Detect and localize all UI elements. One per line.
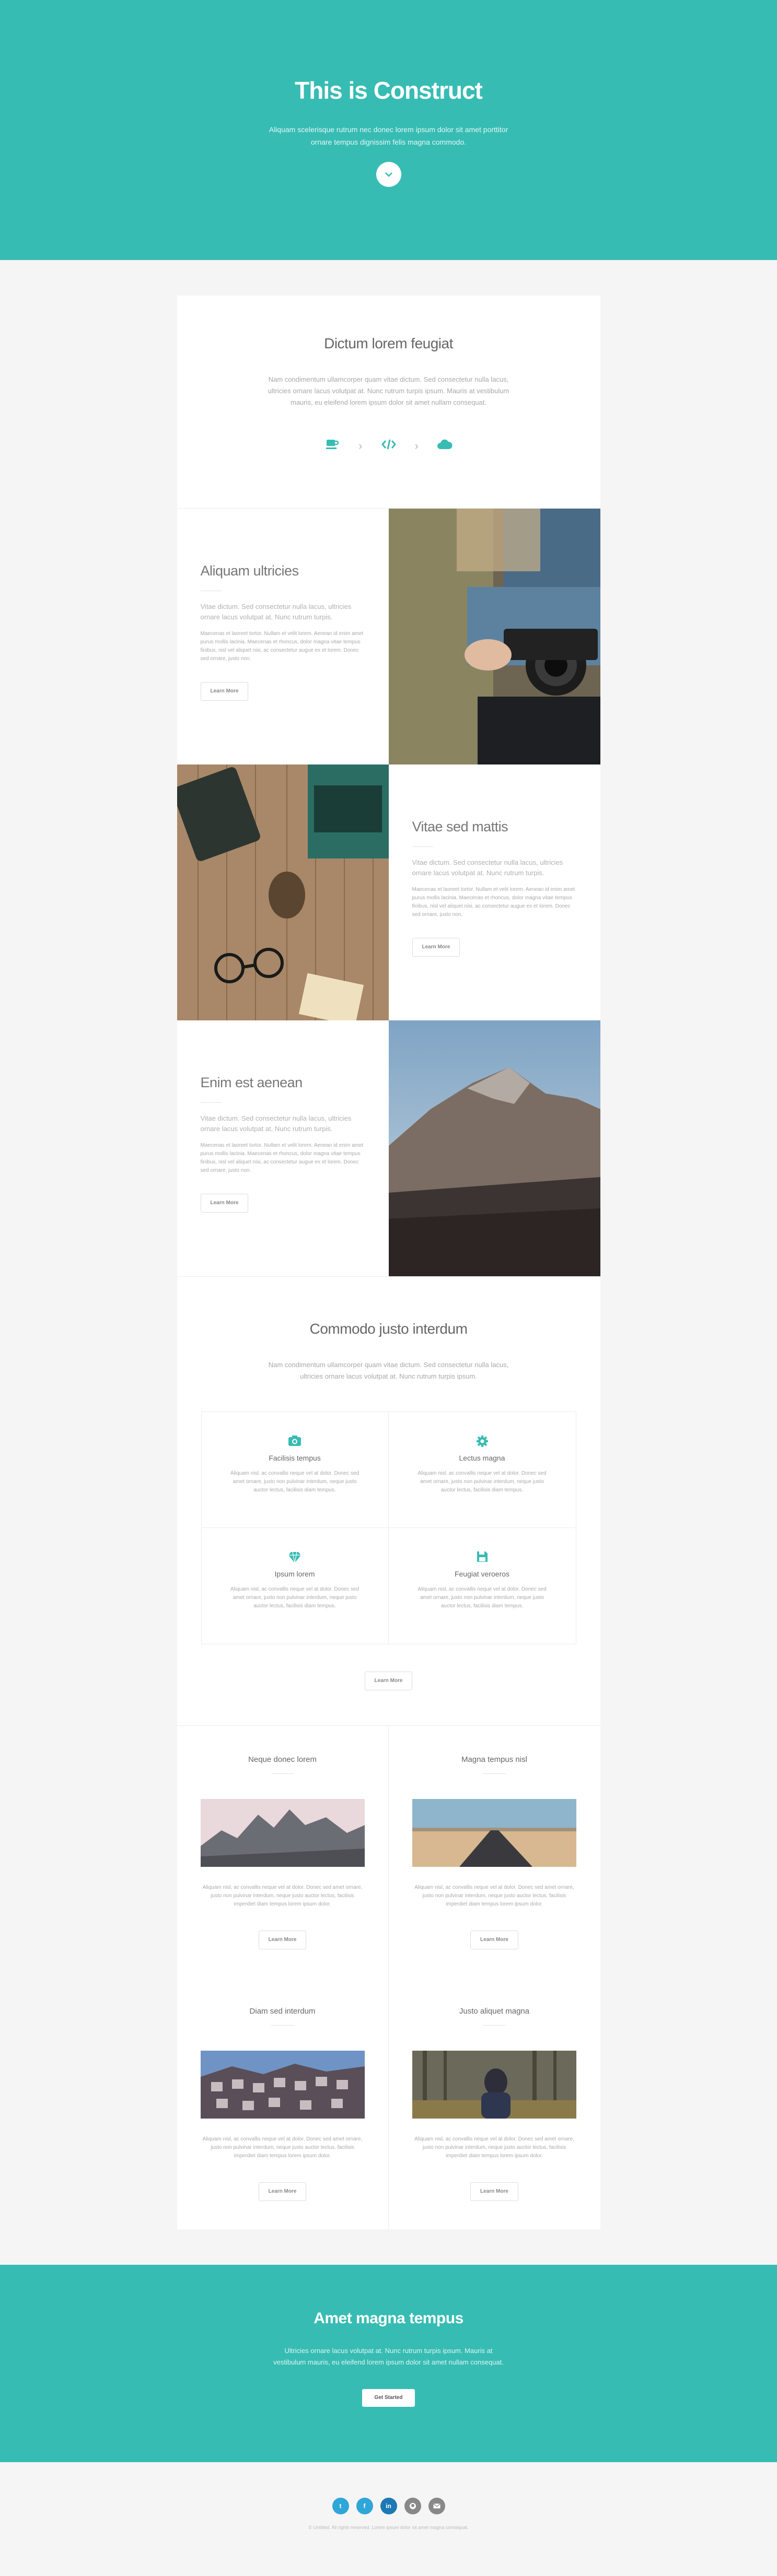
feature-text: Aliquam nisl, ac convallis neque vel at … [418, 1586, 547, 1609]
hero-title: This is Construct [295, 77, 483, 104]
hero-text: Aliquam scelerisque rutrum nec donec lor… [269, 125, 508, 146]
learn-more-button[interactable]: Learn More [412, 938, 460, 957]
divider [483, 1773, 506, 1774]
post-card: Justo aliquet magna Aliquam nisl, ac con… [389, 1978, 600, 2229]
spotlight-body: Maecenas et laoreet tortor. Nullam et ve… [200, 1143, 364, 1173]
post-text: Aliquam nisl, ac convallis neque vel at … [202, 2136, 363, 2159]
spotlight-subtitle: Vitae dictum. Sed consectetur nulla lacu… [412, 858, 563, 877]
post-text: Aliquam nisl, ac convallis neque vel at … [414, 2136, 574, 2159]
feature-item: Ipsum lorem Aliquam nisl, ac convallis n… [202, 1528, 389, 1644]
feature-grid: Facilisis tempus Aliquam nisl, ac conval… [201, 1411, 576, 1644]
social-links: t f in [0, 2498, 777, 2514]
cloud-icon [434, 438, 455, 454]
intro-title: Dictum lorem feugiat [324, 335, 453, 351]
building-photo[interactable] [200, 2051, 365, 2119]
footer: t f in © Untitled. All rights reserved. … [0, 2462, 777, 2576]
scroll-down-button[interactable] [376, 162, 401, 187]
get-started-button[interactable]: Get Started [362, 2389, 415, 2407]
save-icon [389, 1551, 576, 1566]
cta-section: Amet magna tempus Ultricies ornare lacus… [0, 2265, 777, 2462]
spotlight-subtitle: Vitae dictum. Sed consectetur nulla lacu… [200, 1114, 352, 1133]
chevron-down-icon [385, 172, 392, 177]
cta-title: Amet magna tempus [314, 2310, 463, 2327]
spotlight-text: Vitae sed mattis Vitae dictum. Sed conse… [389, 764, 600, 1020]
post-card: Magna tempus nisl Aliquam nisl, ac conva… [389, 1726, 600, 1978]
main-content: Dictum lorem feugiat Nam condimentum ull… [177, 296, 600, 2229]
spotlight-title: Vitae sed mattis [412, 819, 508, 834]
camera-photo [388, 509, 600, 764]
learn-more-button[interactable]: Learn More [364, 1672, 413, 1690]
copyright: © Untitled. All rights reserved. Lorem i… [308, 2525, 469, 2530]
mountains-photo[interactable] [200, 1799, 365, 1867]
learn-more-button[interactable]: Learn More [200, 682, 249, 701]
features-section: Commodo justo interdum Nam condimentum u… [177, 1276, 600, 1725]
spotlight-body: Maecenas et laoreet tortor. Nullam et ve… [200, 631, 364, 662]
feature-title: Lectus magna [459, 1454, 505, 1462]
chevron-right-icon: › [358, 439, 363, 452]
feature-title: Facilisis tempus [269, 1454, 321, 1462]
spotlight-3: Enim est aenean Vitae dictum. Sed consec… [177, 1020, 600, 1276]
feature-text: Aliquam nisl, ac convallis neque vel at … [230, 1586, 359, 1609]
spotlight-body: Maecenas et laoreet tortor. Nullam et ve… [412, 887, 575, 918]
forest-photo[interactable] [412, 2051, 576, 2119]
feature-item: Feugiat veroeros Aliquam nisl, ac conval… [389, 1528, 576, 1644]
spotlight-text: Aliquam ultricies Vitae dictum. Sed cons… [177, 509, 389, 764]
features-text: Nam condimentum ullamcorper quam vitae d… [268, 1361, 509, 1380]
road-photo[interactable] [412, 1799, 576, 1867]
feature-text: Aliquam nisl, ac convallis neque vel at … [230, 1471, 359, 1493]
divider [200, 1102, 222, 1103]
cog-icon [389, 1435, 576, 1450]
intro-text: Nam condimentum ullamcorper quam vitae d… [268, 375, 509, 406]
diamond-icon [202, 1551, 388, 1566]
feature-title: Ipsum lorem [274, 1570, 315, 1578]
features-title: Commodo justo interdum [309, 1321, 468, 1337]
github-icon[interactable] [404, 2498, 421, 2514]
linkedin-icon[interactable]: in [380, 2498, 397, 2514]
process-steps: › › [177, 438, 600, 454]
post-title: Justo aliquet magna [459, 2007, 530, 2016]
divider [271, 1773, 294, 1774]
twitter-icon[interactable]: t [332, 2498, 349, 2514]
feature-text: Aliquam nisl, ac convallis neque vel at … [418, 1471, 547, 1493]
post-title: Neque donec lorem [248, 1755, 317, 1764]
divider [271, 2025, 294, 2026]
facebook-icon[interactable]: f [356, 2498, 373, 2514]
divider [412, 846, 433, 847]
coffee-icon [322, 438, 343, 454]
divider [483, 2025, 506, 2026]
spotlight-subtitle: Vitae dictum. Sed consectetur nulla lacu… [200, 603, 352, 621]
hero-banner: This is Construct Aliquam scelerisque ru… [0, 0, 777, 260]
posts-section: Neque donec lorem Aliquam nisl, ac conva… [177, 1725, 600, 2229]
post-text: Aliquam nisl, ac convallis neque vel at … [414, 1885, 574, 1907]
post-title: Diam sed interdum [249, 2007, 316, 2016]
camera-icon [202, 1435, 388, 1450]
spotlight-title: Enim est aenean [200, 1075, 303, 1090]
typewriter-photo [177, 764, 389, 1020]
email-icon[interactable] [428, 2498, 445, 2514]
learn-more-button[interactable]: Learn More [470, 2182, 518, 2201]
cta-text: Ultricies ornare lacus volutpat at. Nunc… [273, 2347, 504, 2366]
feature-title: Feugiat veroeros [454, 1570, 510, 1578]
post-title: Magna tempus nisl [461, 1755, 527, 1764]
post-card: Diam sed interdum Aliquam nisl, ac conva… [177, 1978, 389, 2229]
feature-item: Facilisis tempus Aliquam nisl, ac conval… [201, 1412, 389, 1528]
spotlight-2: Vitae sed mattis Vitae dictum. Sed conse… [177, 764, 600, 1020]
spotlight-text: Enim est aenean Vitae dictum. Sed consec… [177, 1020, 389, 1276]
spotlight-title: Aliquam ultricies [200, 563, 299, 579]
feature-item: Lectus magna Aliquam nisl, ac convallis … [388, 1412, 576, 1528]
chevron-right-icon: › [414, 439, 419, 452]
spotlight-1: Aliquam ultricies Vitae dictum. Sed cons… [177, 509, 600, 764]
learn-more-button[interactable]: Learn More [200, 1194, 249, 1213]
learn-more-button[interactable]: Learn More [470, 1931, 518, 1949]
learn-more-button[interactable]: Learn More [258, 2182, 307, 2201]
post-card: Neque donec lorem Aliquam nisl, ac conva… [177, 1726, 389, 1978]
learn-more-button[interactable]: Learn More [258, 1931, 307, 1949]
post-text: Aliquam nisl, ac convallis neque vel at … [202, 1885, 363, 1907]
code-icon [378, 438, 399, 454]
intro-section: Dictum lorem feugiat Nam condimentum ull… [177, 296, 600, 509]
mountain-photo [388, 1020, 600, 1276]
